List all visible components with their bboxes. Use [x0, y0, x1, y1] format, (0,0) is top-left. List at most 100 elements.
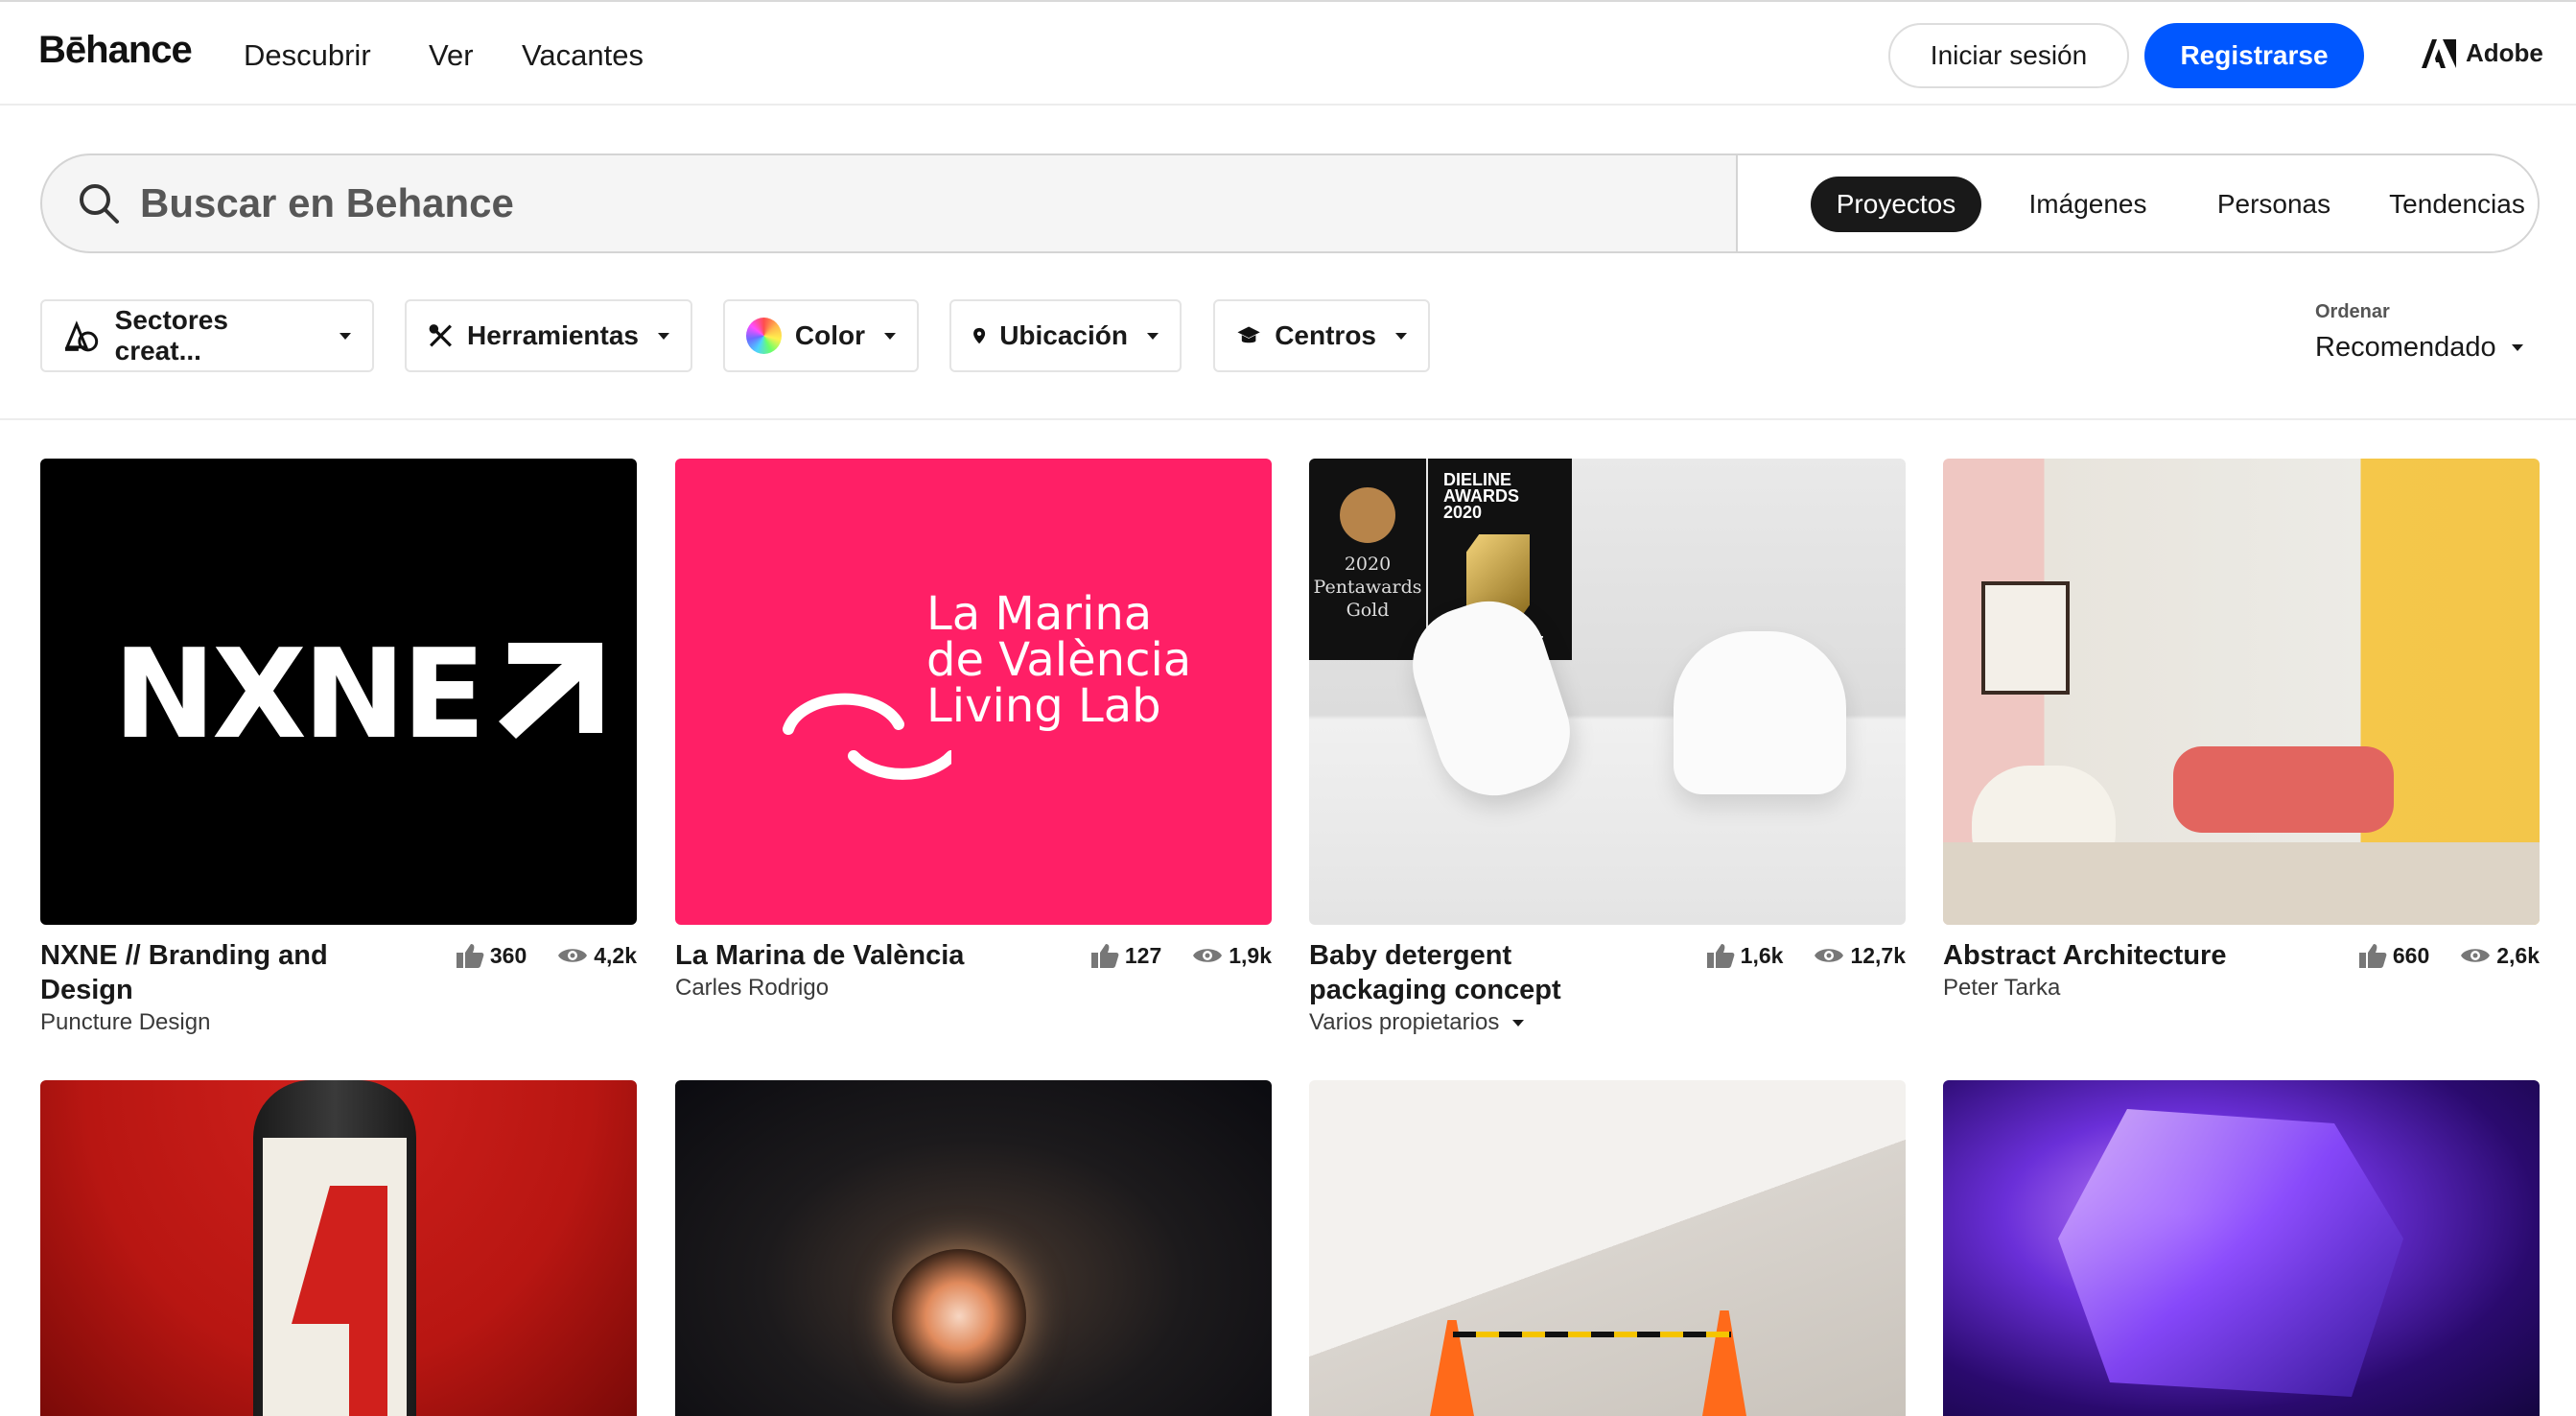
eye-icon	[558, 949, 588, 962]
like-count: 660	[2392, 942, 2430, 968]
like-count: 1,6k	[1740, 942, 1784, 968]
owner-label: Varios propietarios	[1309, 1009, 1500, 1035]
project-card[interactable]	[40, 1080, 637, 1416]
project-thumbnail[interactable]	[675, 1080, 1272, 1416]
thumbs-up-icon	[1706, 944, 1735, 968]
project-thumbnail[interactable]	[1943, 459, 2540, 925]
project-stats: 127 1,9k	[1090, 942, 1272, 969]
filter-creative-fields[interactable]: Sectores creat...	[40, 299, 374, 372]
eye-icon	[1815, 949, 1844, 962]
chevron-down-icon	[340, 332, 351, 340]
traffic-cone-right	[1702, 1310, 1746, 1416]
nav-link-jobs[interactable]: Vacantes	[522, 38, 644, 73]
project-owner[interactable]: Peter Tarka	[1943, 975, 2060, 1002]
adobe-label: Adobe	[2466, 38, 2543, 67]
search-bar: Proyectos Imágenes Personas Tendencias	[40, 153, 2540, 253]
filter-location[interactable]: Ubicación	[949, 299, 1182, 372]
brand-line: de València	[926, 633, 1192, 687]
brand-line: La Marina	[926, 587, 1153, 641]
jar-illustration	[1674, 631, 1846, 794]
nav-link-watch[interactable]: Ver	[429, 38, 474, 73]
sort-value: Recomendado	[2315, 332, 2496, 363]
pentawards-medal-icon	[1340, 487, 1395, 543]
filter-tools[interactable]: Herramientas	[405, 299, 692, 372]
chevron-down-icon	[1147, 332, 1159, 340]
chevron-down-icon	[658, 332, 669, 340]
view-count: 2,6k	[2496, 942, 2540, 968]
project-thumbnail[interactable]	[1943, 1080, 2540, 1416]
project-stats: 360 4,2k	[456, 942, 637, 969]
search-icon	[80, 184, 119, 224]
project-card[interactable]	[675, 1080, 1272, 1416]
chevron-down-icon	[2511, 344, 2523, 351]
project-title[interactable]: La Marina de València	[675, 938, 1059, 973]
project-title[interactable]: Baby detergent packaging concept	[1309, 938, 1654, 1007]
project-thumbnail[interactable]: La Marina de València Living Lab	[675, 459, 1272, 925]
project-owner[interactable]: Varios propietarios	[1309, 1009, 1525, 1036]
top-navigation-bar: Bēhance Descubrir Ver Vacantes Iniciar s…	[0, 0, 2576, 106]
login-button[interactable]: Iniciar sesión	[1888, 23, 2129, 88]
project-stats: 660 2,6k	[2358, 942, 2540, 969]
adobe-link[interactable]: Adobe	[2422, 38, 2543, 68]
smile-logo-icon	[783, 693, 951, 780]
sort-dropdown[interactable]: Recomendado	[2315, 332, 2523, 364]
chevron-down-icon	[884, 332, 896, 340]
eye-icon	[2461, 949, 2491, 962]
badge-text: 2020	[1443, 503, 1483, 522]
project-card[interactable]	[1309, 1080, 1906, 1416]
project-card[interactable]: Abstract Architecture Peter Tarka 660 2,…	[1943, 459, 2540, 1001]
thumbs-up-icon	[456, 944, 484, 968]
location-pin-icon	[973, 327, 986, 344]
filter-location-label: Ubicación	[999, 320, 1128, 350]
tab-people[interactable]: Personas	[2202, 177, 2346, 232]
project-owner[interactable]: Puncture Design	[40, 1009, 210, 1036]
like-count: 360	[489, 942, 527, 968]
badge-text: Pentawards	[1313, 577, 1422, 598]
project-card[interactable]: La Marina de València Living Lab La Mari…	[675, 459, 1272, 1001]
behance-logo[interactable]: Bēhance	[38, 29, 193, 72]
project-thumbnail[interactable]: 2020 Pentawards Gold DIELINE AWARDS 2020…	[1309, 459, 1906, 925]
floor	[1943, 842, 2540, 925]
project-card[interactable]	[1943, 1080, 2540, 1416]
filter-color[interactable]: Color	[723, 299, 919, 372]
pentawards-badge: 2020 Pentawards Gold	[1309, 459, 1426, 660]
project-title[interactable]: Abstract Architecture	[1943, 938, 2327, 973]
badge-text: Gold	[1346, 600, 1390, 621]
project-title[interactable]: NXNE // Branding and Design	[40, 938, 424, 1007]
project-thumbnail[interactable]	[1309, 1080, 1906, 1416]
divider	[0, 418, 2576, 420]
eye-iris	[892, 1249, 1026, 1383]
creative-fields-icon	[64, 320, 99, 352]
tab-projects[interactable]: Proyectos	[1811, 177, 1981, 232]
crystal-shape	[2058, 1109, 2403, 1397]
tools-icon	[429, 324, 452, 347]
thumbnail-logo-text: NXNE	[113, 624, 485, 767]
sort-label: Ordenar	[2315, 301, 2390, 322]
adobe-icon	[2422, 38, 2456, 68]
tab-images[interactable]: Imágenes	[2016, 177, 2160, 232]
nav-link-discover[interactable]: Descubrir	[244, 38, 371, 73]
register-button[interactable]: Registrarse	[2144, 23, 2364, 88]
search-input[interactable]	[140, 180, 1579, 226]
badge-text: 2020	[1344, 554, 1392, 575]
project-card[interactable]: NXNE NXNE // Branding and Design Punctur…	[40, 459, 637, 1035]
red-sofa	[2173, 746, 2394, 833]
filter-schools[interactable]: Centros	[1213, 299, 1430, 372]
brand-line: Living Lab	[926, 679, 1161, 733]
project-thumbnail[interactable]: NXNE	[40, 459, 637, 925]
chevron-down-icon	[1512, 1019, 1525, 1027]
barrier-pole	[1453, 1332, 1731, 1337]
thumbnail-brand-text: La Marina de València Living Lab	[926, 591, 1191, 729]
project-owner[interactable]: Carles Rodrigo	[675, 975, 829, 1002]
eye-icon	[1193, 949, 1223, 962]
project-card[interactable]: 2020 Pentawards Gold DIELINE AWARDS 2020…	[1309, 459, 1906, 1035]
filter-schools-label: Centros	[1275, 320, 1376, 350]
filter-color-label: Color	[794, 320, 865, 350]
tab-trends[interactable]: Tendencias	[2380, 177, 2534, 232]
view-count: 4,2k	[594, 942, 637, 968]
wall-frame	[1981, 581, 2070, 695]
filter-tools-label: Herramientas	[467, 320, 639, 350]
arrow-up-right-icon	[499, 643, 602, 739]
project-thumbnail[interactable]	[40, 1080, 637, 1416]
project-stats: 1,6k 12,7k	[1706, 942, 1906, 969]
